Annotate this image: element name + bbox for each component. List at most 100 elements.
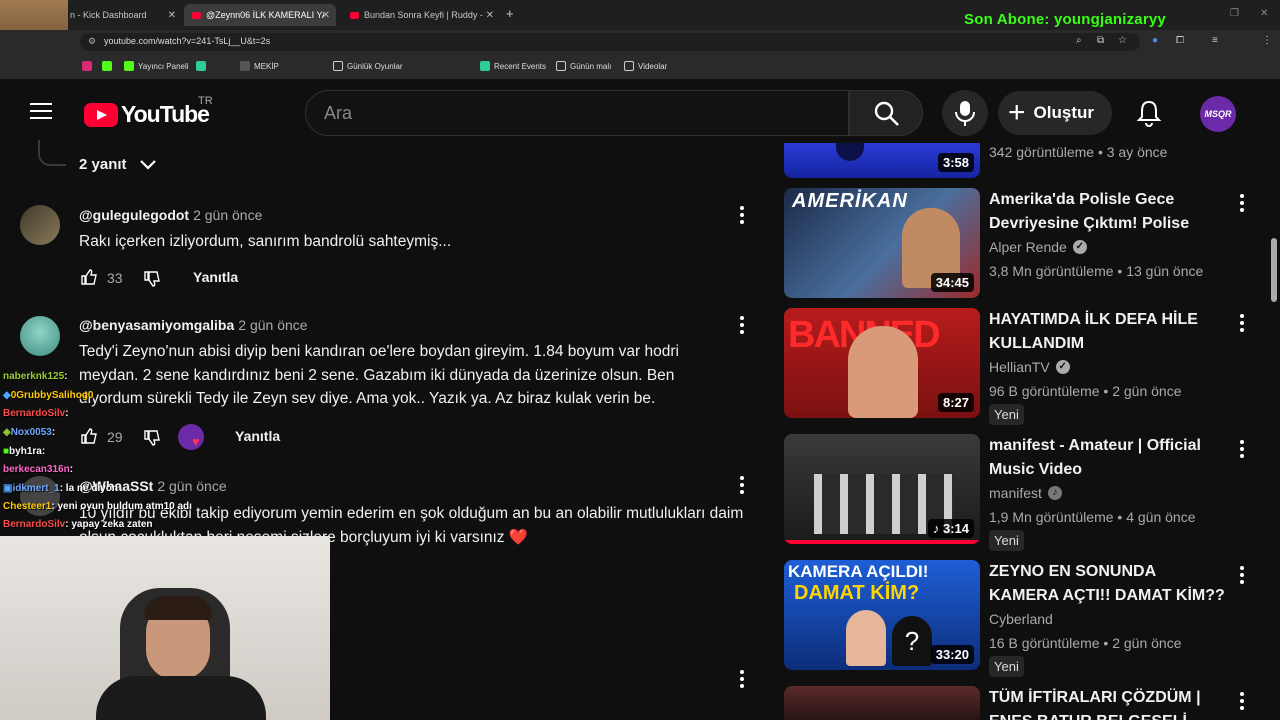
video-thumbnail[interactable] [784, 686, 980, 720]
comment-text: Rakı içerken izliyordum, sanırım bandrol… [79, 233, 452, 250]
commenter-avatar[interactable] [20, 316, 60, 356]
search-input[interactable]: Ara [305, 90, 849, 136]
comment-handle[interactable]: @benyasamiyomgaliba [79, 317, 234, 333]
chat-line: ▣idkmert_1: la ne diyon [3, 483, 118, 494]
comment-handle[interactable]: @gulegulegodot [79, 207, 189, 223]
webcam-overlay [0, 536, 330, 720]
install-icon[interactable]: ⧉ [1097, 35, 1104, 46]
video-channel[interactable]: manifest ♪ [989, 485, 1062, 501]
more-actions-icon[interactable] [1240, 194, 1244, 215]
bookmark-videolar[interactable]: Videolar [624, 61, 667, 71]
video-title[interactable]: HAYATIMDA İLK DEFA HİLE KULLANDIM [989, 308, 1229, 355]
thumbnail-text: KAMERA AÇILDI! [788, 562, 929, 581]
video-channel[interactable]: HellianTV ✓ [989, 359, 1070, 375]
address-bar[interactable]: ⚙ youtube.com/watch?v=241-TsLj__U&t=2s [80, 33, 1140, 51]
folder-icon [624, 61, 634, 71]
new-badge: Yeni [989, 404, 1024, 425]
more-actions-icon[interactable] [1240, 440, 1244, 461]
like-icon[interactable] [80, 427, 98, 445]
reply-button[interactable]: Yanıtla [193, 269, 238, 285]
comment-time: 2 gün önce [157, 478, 227, 494]
bookmark-label: Günün malı [570, 61, 612, 71]
video-channel[interactable]: Alper Rende ✓ [989, 239, 1087, 255]
more-actions-icon[interactable] [740, 476, 744, 497]
video-thumbnail[interactable]: ♪ 3:14 [784, 434, 980, 544]
video-thumbnail[interactable]: AMERİKAN 34:45 [784, 188, 980, 298]
more-actions-icon[interactable] [1240, 692, 1244, 713]
video-meta: 1,9 Mn görüntüleme • 4 gün önce [989, 509, 1196, 525]
search-button[interactable] [849, 90, 923, 136]
bookmark-gunun-mali[interactable]: Günün malı [556, 61, 611, 71]
chat-message: : [64, 371, 68, 382]
video-title[interactable]: Amerika'da Polisle Gece Devriyesine Çıkt… [989, 188, 1229, 235]
bookmark-yayinci-paneli[interactable]: Yayıncı Paneli [124, 61, 189, 71]
site-info-icon[interactable]: ⚙ [88, 36, 96, 47]
video-channel[interactable]: Cyberland [989, 611, 1053, 627]
bookmark-recent-events[interactable]: Recent Events [480, 61, 546, 71]
commenter-avatar[interactable] [20, 205, 60, 245]
chat-user: berkecan316n [3, 464, 70, 475]
zoom-icon[interactable]: ⌕ [1076, 35, 1082, 46]
reply-button[interactable]: Yanıtla [235, 428, 280, 444]
star-icon[interactable]: ☆ [1118, 35, 1127, 46]
thumbnail-person [848, 326, 918, 418]
more-actions-icon[interactable] [740, 670, 744, 691]
puzzle-icon[interactable]: ⧠ [1176, 35, 1184, 46]
comment-author[interactable]: @benyasamiyomgaliba 2 gün önce [79, 317, 308, 333]
media-icon[interactable]: ≡ [1212, 35, 1218, 46]
tab-kick-dashboard[interactable]: n - Kick Dashboard ✕ [62, 4, 182, 26]
more-actions-icon[interactable] [740, 206, 744, 227]
channel-name[interactable]: HellianTV [989, 359, 1050, 375]
extension-icon[interactable]: ● [1152, 35, 1158, 46]
bookmark-app[interactable] [196, 61, 210, 71]
bookmark-kick[interactable] [102, 61, 116, 71]
video-title[interactable]: TÜM İFTİRALARI ÇÖZDÜM | ENES BATUR BELGE… [989, 686, 1229, 720]
channel-name[interactable]: Alper Rende [989, 239, 1067, 255]
tab-ruddy-video[interactable]: Bundan Sonra Keyfi | Ruddy - Y ✕ [342, 4, 500, 26]
mystery-person: ? [892, 616, 932, 666]
like-icon[interactable] [80, 268, 98, 286]
video-meta: 342 görüntüleme • 3 ay önce [989, 144, 1168, 160]
app-icon [480, 61, 490, 71]
create-button[interactable]: + Oluştur [998, 91, 1112, 135]
bookmark-instagram[interactable] [82, 61, 96, 71]
video-thumbnail[interactable]: KAMERA AÇILDI! DAMAT KİM? ? 33:20 [784, 560, 980, 670]
close-icon[interactable]: ✕ [486, 10, 494, 21]
bookmark-gunluk-oyunlar[interactable]: Günlük Oyunlar [333, 61, 403, 71]
more-actions-icon[interactable] [1240, 314, 1244, 335]
logo-text: YouTube [121, 101, 210, 127]
video-thumbnail[interactable]: 3:58 [784, 143, 980, 178]
more-actions-icon[interactable] [740, 316, 744, 337]
dislike-icon[interactable] [143, 429, 161, 447]
hamburger-menu-icon[interactable] [30, 103, 52, 121]
replies-count: 2 yanıt [79, 156, 127, 173]
close-icon[interactable]: ✕ [168, 10, 176, 21]
dislike-icon[interactable] [143, 270, 161, 288]
close-icon[interactable]: ✕ [322, 10, 330, 21]
notifications-bell-icon[interactable] [1134, 98, 1164, 128]
replies-toggle[interactable]: 2 yanıt [79, 156, 157, 173]
channel-name[interactable]: manifest [989, 485, 1042, 501]
menu-icon[interactable]: ⋮ [1262, 35, 1272, 46]
comment-author[interactable]: @gulegulegodot 2 gün önce [79, 207, 262, 223]
bookmark-mekip[interactable]: MEKİP [240, 61, 279, 71]
verified-icon: ✓ [1072, 240, 1087, 254]
video-thumbnail[interactable]: BANNED 8:27 [784, 308, 980, 418]
channel-name[interactable]: Cyberland [989, 611, 1053, 627]
profile-avatar[interactable]: MSQR [1200, 96, 1236, 132]
search-icon [874, 101, 899, 126]
page-scrollbar[interactable] [1271, 238, 1277, 302]
close-window-icon[interactable]: ✕ [1260, 8, 1268, 19]
folder-icon [556, 61, 566, 71]
new-tab-button[interactable]: + [506, 6, 514, 21]
video-title[interactable]: ZEYNO EN SONUNDA KAMERA AÇTI!! DAMAT KİM… [989, 560, 1229, 607]
youtube-logo[interactable]: YouTube TR [84, 95, 213, 128]
video-title[interactable]: manifest - Amateur | Official Music Vide… [989, 434, 1229, 481]
chat-user: BernardoSilv [3, 519, 66, 530]
restore-icon[interactable]: ❐ [1230, 8, 1239, 19]
chat-line: ◈Nox0053: [3, 427, 55, 438]
more-actions-icon[interactable] [1240, 566, 1244, 587]
voice-search-button[interactable] [942, 90, 988, 136]
tab-current-video[interactable]: @Zeynn06 İLK KAMERALI YAYIN ✕ [184, 4, 336, 26]
kick-icon [124, 61, 134, 71]
